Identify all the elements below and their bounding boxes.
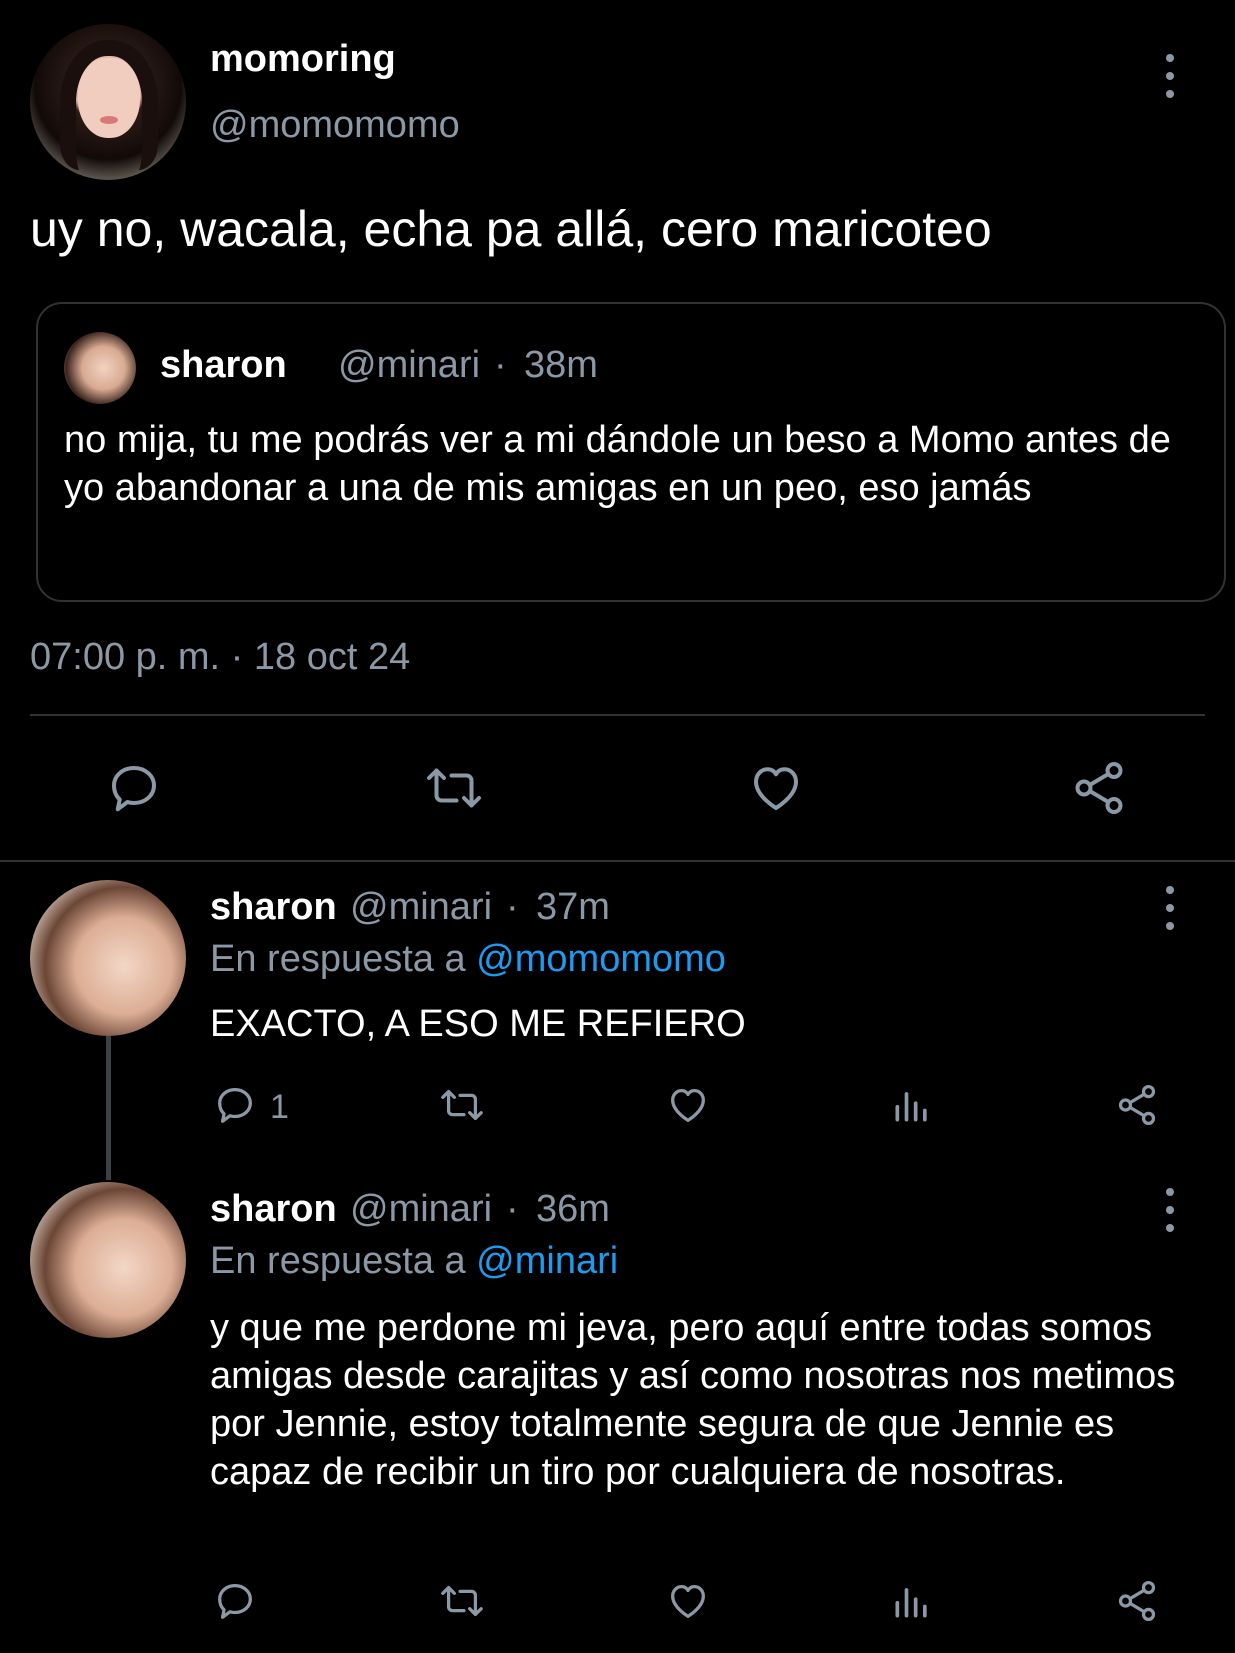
reply-time[interactable]: 36m (536, 1188, 610, 1231)
tweet-timestamp[interactable]: 07:00 p. m. · 18 oct 24 (30, 636, 410, 679)
reply-author-avatar[interactable] (30, 880, 186, 1036)
reply-author-name[interactable]: sharon (210, 1188, 337, 1231)
reply-time-separator: · (506, 886, 519, 928)
analytics-icon[interactable] (890, 1082, 934, 1128)
author-name[interactable]: momoring (210, 38, 396, 81)
reply-prefix: En respuesta a (210, 1240, 466, 1282)
reply-author-handle[interactable]: @minari (350, 886, 492, 929)
retweet-icon[interactable] (420, 758, 488, 818)
reply-icon[interactable] (212, 1082, 258, 1128)
retweet-icon[interactable] (436, 1578, 488, 1624)
reply-text: y que me perdone mi jeva, pero aquí entr… (210, 1307, 1176, 1493)
more-options-icon[interactable] (1160, 54, 1180, 98)
reply-context: En respuesta a @minari (210, 1240, 618, 1283)
quoted-time: 38m (524, 344, 598, 386)
like-icon[interactable] (745, 758, 807, 818)
reply-author-avatar[interactable] (30, 1182, 186, 1338)
reply-context: En respuesta a @momomomo (210, 938, 726, 981)
share-icon[interactable] (1114, 1578, 1160, 1624)
quoted-time-separator: · (494, 344, 507, 386)
analytics-icon[interactable] (890, 1578, 934, 1624)
divider (30, 714, 1205, 716)
quoted-author-avatar (64, 332, 136, 404)
reply-icon[interactable] (104, 758, 164, 818)
reply-time[interactable]: 37m (536, 886, 610, 929)
section-divider (0, 860, 1235, 862)
quoted-author-handle: @minari (338, 344, 481, 386)
share-icon[interactable] (1114, 1082, 1160, 1128)
thread-connector (106, 1036, 111, 1180)
retweet-icon[interactable] (436, 1082, 488, 1128)
reply-mention-link[interactable]: @minari (476, 1240, 618, 1282)
more-options-icon[interactable] (1160, 886, 1180, 930)
reply-mention-link[interactable]: @momomomo (476, 938, 726, 980)
reply-count: 1 (270, 1088, 289, 1126)
quoted-author-name: sharon (160, 344, 287, 386)
reply-author-handle[interactable]: @minari (350, 1188, 492, 1231)
quoted-text: no mija, tu me podrás ver a mi dándole u… (64, 419, 1171, 509)
author-handle[interactable]: @momomomo (210, 104, 460, 147)
reply-author-name[interactable]: sharon (210, 886, 337, 929)
more-options-icon[interactable] (1160, 1188, 1180, 1232)
like-icon[interactable] (664, 1082, 712, 1128)
tweet-text: uy no, wacala, echa pa allá, cero marico… (30, 201, 992, 257)
reply-text: EXACTO, A ESO ME REFIERO (210, 1003, 746, 1045)
tweet-detail-page: momoring @momomomo uy no, wacala, echa p… (0, 0, 1235, 1653)
like-icon[interactable] (664, 1578, 712, 1624)
author-avatar[interactable] (30, 24, 186, 180)
quoted-tweet[interactable]: sharon @minari · 38m no mija, tu me podr… (36, 302, 1226, 602)
share-icon[interactable] (1068, 758, 1130, 818)
reply-icon[interactable] (212, 1578, 258, 1624)
reply-prefix: En respuesta a (210, 938, 466, 980)
reply-time-separator: · (506, 1188, 519, 1230)
